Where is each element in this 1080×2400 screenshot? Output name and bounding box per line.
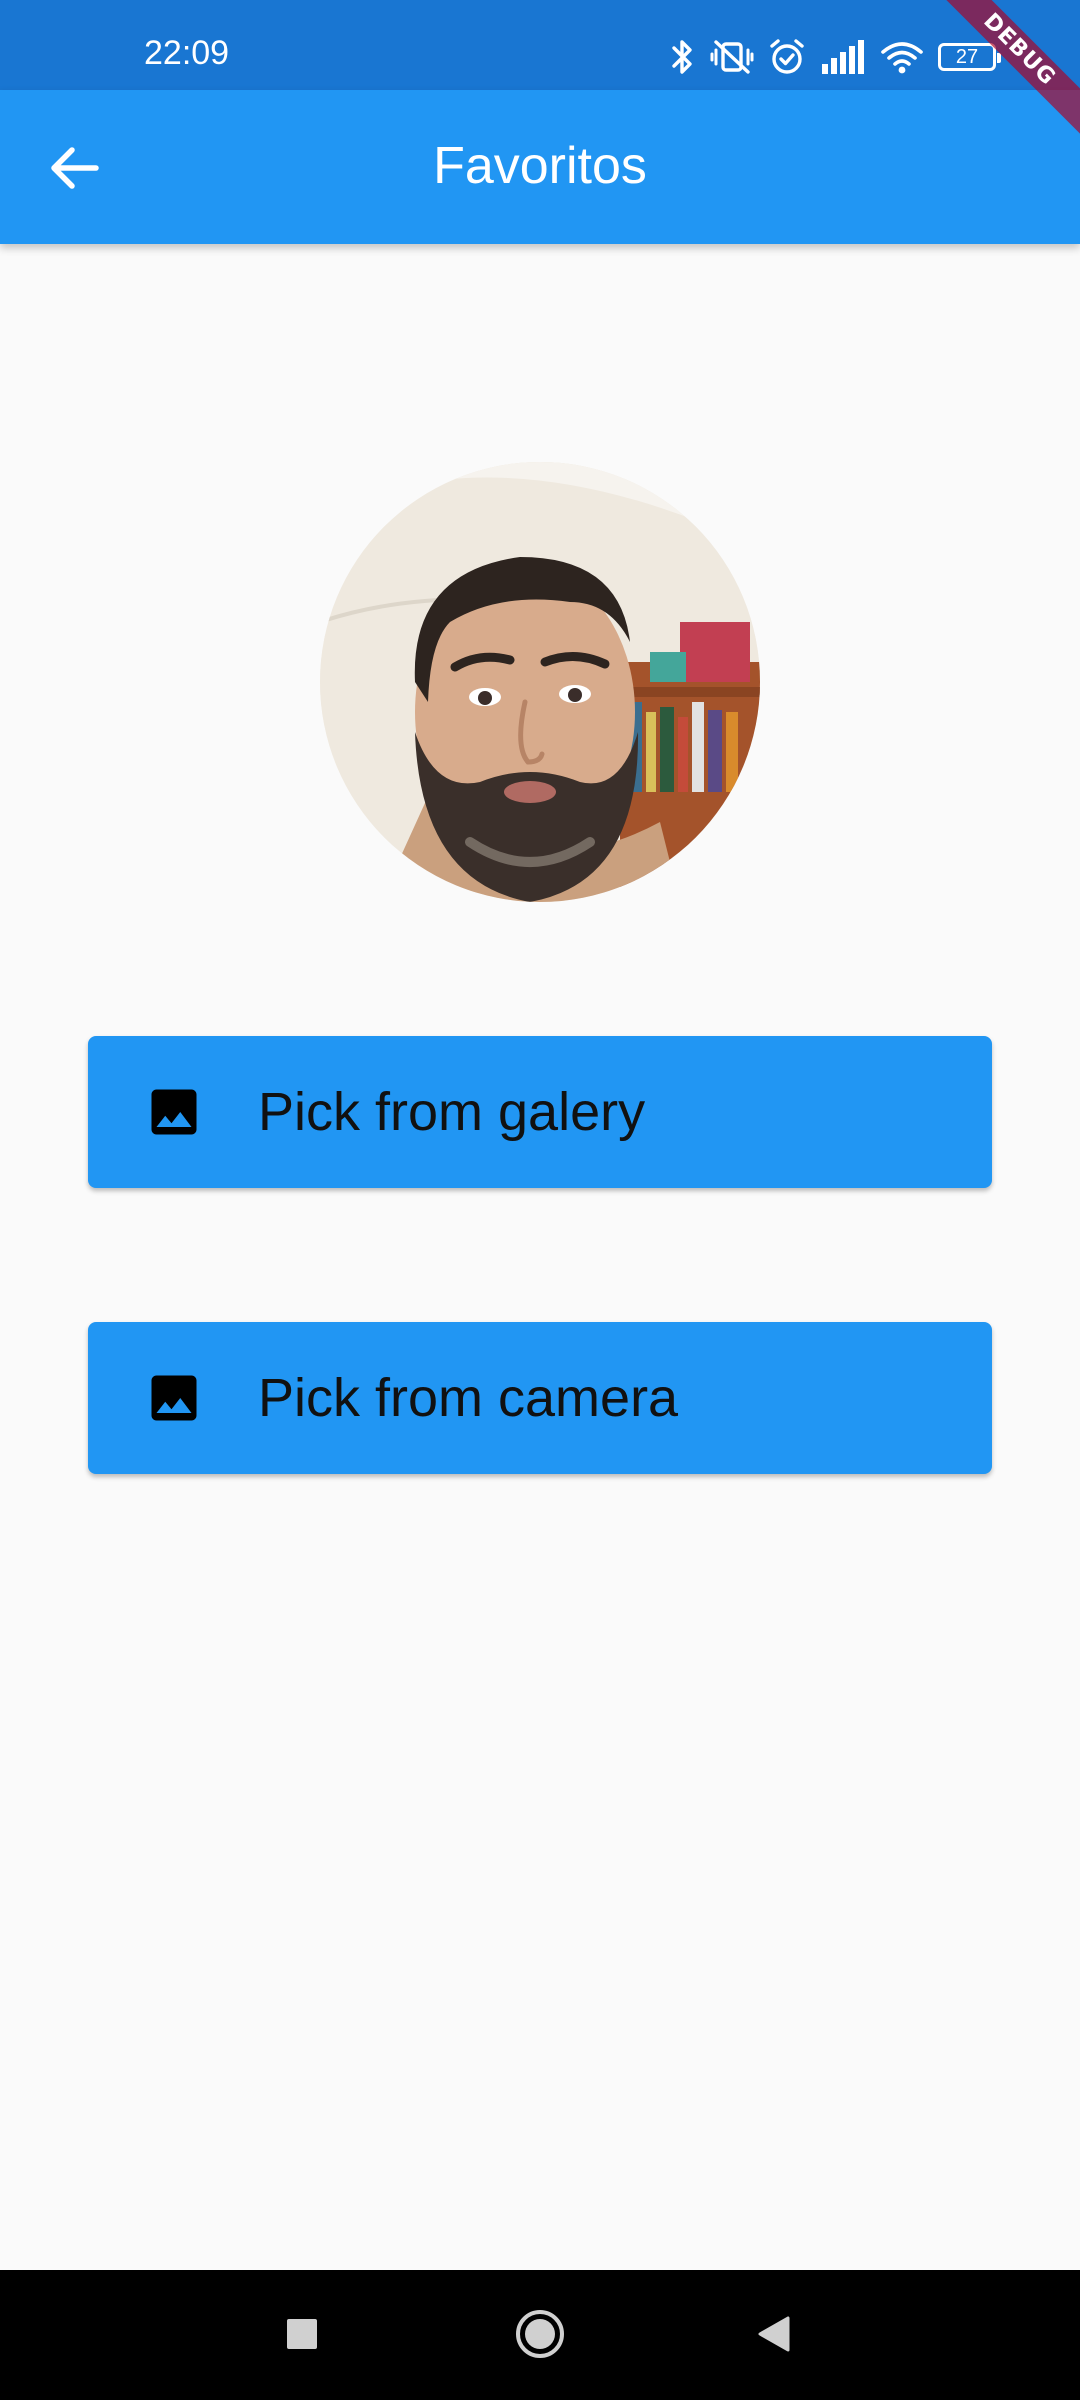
pick-from-camera-button[interactable]: Pick from camera xyxy=(88,1322,992,1474)
image-icon xyxy=(142,1366,206,1430)
status-time: 22:09 xyxy=(144,34,230,72)
home-circle-icon xyxy=(514,2308,566,2364)
battery-icon: 27 xyxy=(938,43,1001,71)
alarm-icon xyxy=(768,38,806,76)
bluetooth-icon xyxy=(670,38,696,76)
image-icon xyxy=(142,1080,206,1144)
profile-photo xyxy=(320,462,760,902)
pick-from-camera-label: Pick from camera xyxy=(258,1368,679,1428)
pick-from-galery-label: Pick from galery xyxy=(258,1082,646,1142)
recents-button[interactable] xyxy=(266,2300,338,2372)
system-back-button[interactable] xyxy=(738,2300,810,2372)
pick-from-galery-button[interactable]: Pick from galery xyxy=(88,1036,992,1188)
system-nav-bar xyxy=(0,2270,1080,2400)
vibrate-off-icon xyxy=(710,38,754,76)
home-button[interactable] xyxy=(504,2300,576,2372)
recents-square-icon xyxy=(285,2317,319,2355)
battery-level: 27 xyxy=(955,45,979,68)
app-bar: Favoritos xyxy=(0,90,1080,244)
page-title: Favoritos xyxy=(433,137,647,195)
signal-icon xyxy=(820,40,866,74)
back-triangle-icon xyxy=(756,2314,792,2358)
status-icons: 27 xyxy=(670,38,1001,76)
wifi-icon xyxy=(880,40,924,74)
status-bar: 22:09 27 xyxy=(0,0,1080,90)
